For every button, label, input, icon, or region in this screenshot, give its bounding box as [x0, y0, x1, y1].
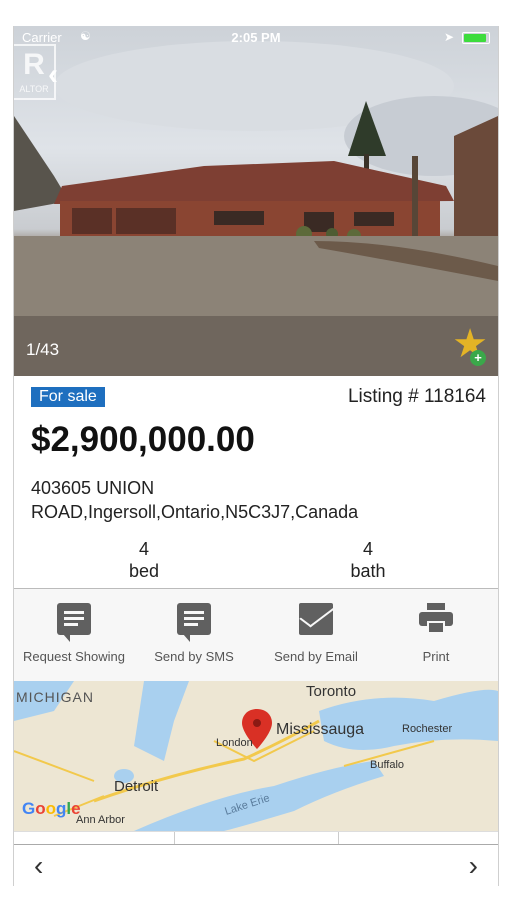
map-label-detroit: Detroit [114, 778, 159, 795]
action-bar: Request Showing Send by SMS Send by Emai… [14, 589, 498, 681]
map-label-buffalo: Buffalo [370, 759, 405, 771]
bed-value: 4 [138, 539, 149, 559]
status-badge: For sale [31, 387, 105, 407]
battery-icon [462, 32, 490, 44]
status-bar: Carrier ☯ 2:05 PM ➤ [14, 26, 498, 48]
map-label-toronto: Toronto [306, 683, 357, 700]
print-button[interactable]: Print [376, 603, 496, 664]
send-sms-button[interactable]: Send by SMS [134, 603, 254, 664]
map-label-rochester: Rochester [402, 723, 453, 735]
request-showing-button[interactable]: Request Showing [14, 603, 134, 664]
print-icon [419, 603, 453, 635]
bed-label: bed [128, 561, 160, 581]
previous-listing-chevron-icon[interactable]: ‹ [34, 852, 43, 880]
location-map[interactable]: MICHIGAN Toronto Mississauga Rochester L… [14, 681, 498, 831]
map-tab-divider [174, 832, 175, 844]
listing-address: 403605 UNION ROAD,Ingersoll,Ontario,N5C3… [31, 476, 471, 524]
send-email-button[interactable]: Send by Email [256, 603, 376, 664]
map-tabs-strip [14, 831, 498, 844]
listing-photo[interactable]: Carrier ☯ 2:05 PM ➤ R ALTOR ‹ 1/43 ★ + [14, 26, 498, 376]
map-label-michigan: MICHIGAN [16, 689, 94, 705]
map-label-mississauga: Mississauga [276, 721, 365, 738]
map-label-ann-arbor: Ann Arbor [76, 814, 125, 826]
bottom-navigation: ‹ › [14, 844, 498, 886]
location-arrow-icon: ➤ [443, 30, 454, 44]
address-line-2: ROAD,Ingersoll,Ontario,N5C3J7,Canada [31, 502, 359, 522]
bath-value: 4 [362, 539, 373, 559]
house-photo-image [14, 41, 498, 376]
add-favorite-plus-icon[interactable]: + [470, 350, 486, 366]
photo-counter: 1/43 [26, 340, 60, 359]
send-sms-label: Send by SMS [154, 649, 234, 664]
print-label: Print [422, 649, 450, 664]
back-button[interactable]: ‹ [48, 60, 58, 90]
chat-icon [177, 603, 211, 642]
bath-count: 4 bath [318, 538, 418, 582]
bath-label: bath [350, 561, 386, 581]
bed-count: 4 bed [94, 538, 194, 582]
map-tab-divider [338, 832, 339, 844]
request-showing-label: Request Showing [23, 649, 125, 664]
mail-icon [299, 603, 333, 635]
listing-price: $2,900,000.00 [31, 420, 255, 459]
app-screen: Carrier ☯ 2:05 PM ➤ R ALTOR ‹ 1/43 ★ + Fo… [13, 26, 499, 886]
google-logo: Google [22, 799, 81, 818]
chat-icon [57, 603, 91, 642]
map-label-london: London [216, 737, 253, 749]
listing-info: For sale Listing # 118164 $2,900,000.00 … [14, 376, 498, 589]
address-line-1: 403605 UNION [31, 478, 155, 498]
next-listing-chevron-icon[interactable]: › [469, 852, 478, 880]
listing-number: Listing # 118164 [347, 386, 486, 407]
send-email-label: Send by Email [274, 649, 358, 664]
status-time: 2:05 PM [231, 30, 281, 45]
